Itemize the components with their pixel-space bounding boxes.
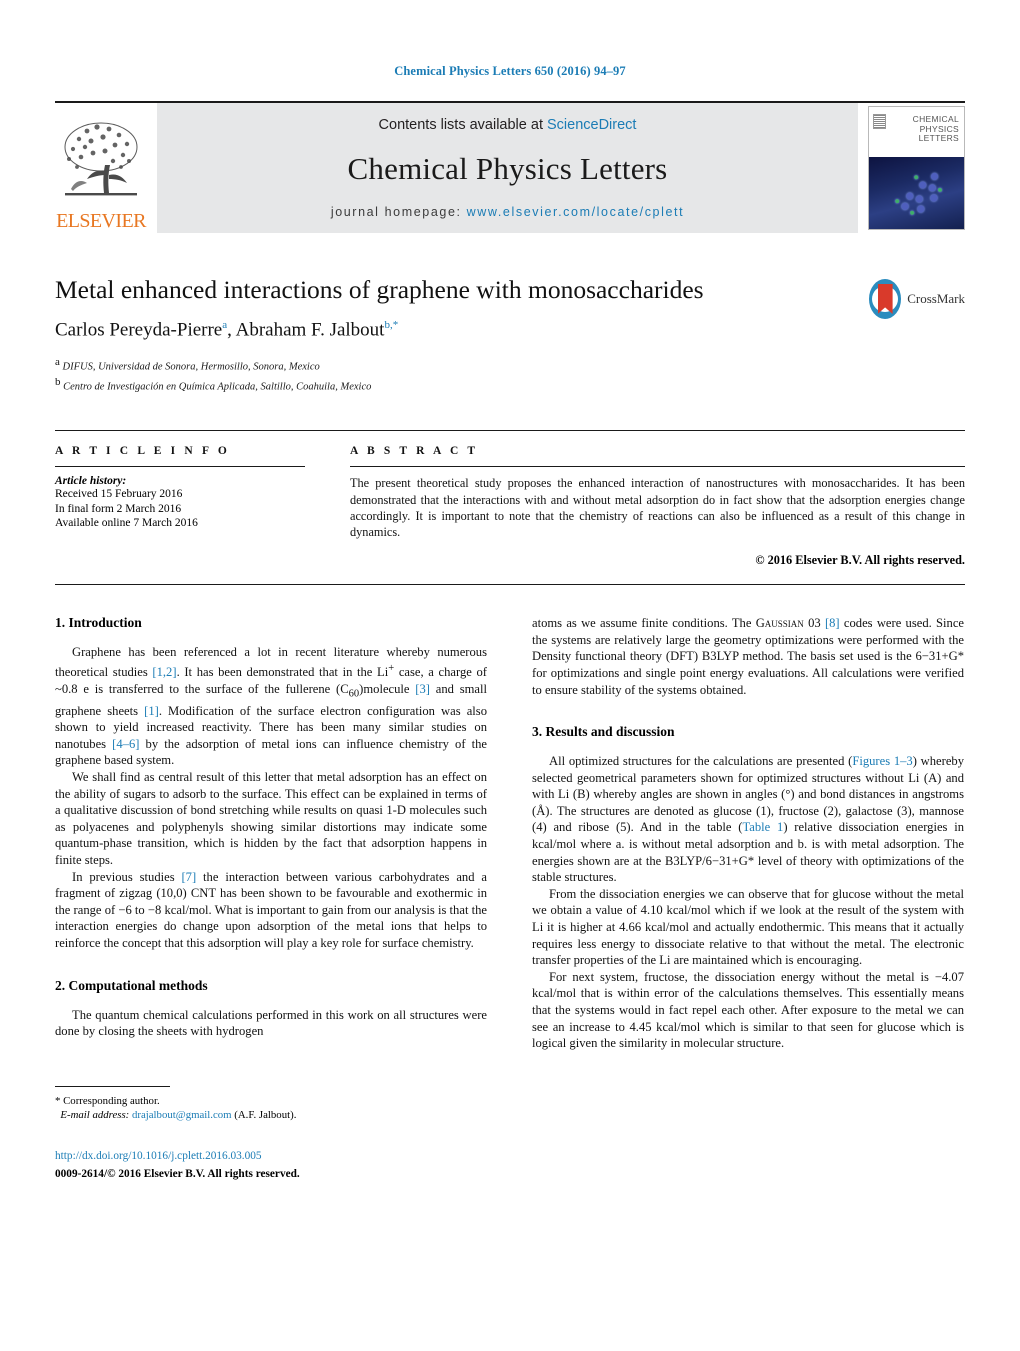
intro-paragraph-1: Graphene has been referenced a lot in re… bbox=[55, 644, 487, 769]
article-history-title: Article history: bbox=[55, 475, 127, 488]
journal-title: Chemical Physics Letters bbox=[347, 151, 668, 186]
history-final-form: In final form 2 March 2016 bbox=[55, 502, 182, 515]
methods-paragraph-1-continued: atoms as we assume finite conditions. Th… bbox=[532, 615, 964, 698]
title-block: Metal enhanced interactions of graphene … bbox=[55, 275, 965, 394]
affiliation-text-a: DIFUS, Universidad de Sonora, Hermosillo… bbox=[62, 361, 320, 373]
intro-paragraph-2: We shall find as central result of this … bbox=[55, 770, 487, 867]
left-column: 1. Introduction Graphene has been refere… bbox=[55, 615, 487, 1182]
affiliation-marker-a: a bbox=[55, 356, 60, 369]
history-received: Received 15 February 2016 bbox=[55, 488, 183, 501]
crossmark-label: CrossMark bbox=[907, 291, 965, 306]
abstract-copyright: © 2016 Elsevier B.V. All rights reserved… bbox=[755, 553, 965, 568]
affiliation-b: b Centro de Investigación en Química Apl… bbox=[55, 375, 965, 395]
footer-block: http://dx.doi.org/10.1016/j.cplett.2016.… bbox=[55, 1149, 487, 1182]
body-columns: 1. Introduction Graphene has been refere… bbox=[55, 615, 965, 1182]
methods-cont-a: atoms as we assume finite conditions. Th… bbox=[532, 616, 756, 631]
citation-ref-1[interactable]: [1] bbox=[144, 704, 159, 718]
affiliation-marker-b: b bbox=[55, 375, 61, 388]
article-page: Chemical Physics Letters 650 (2016) 94–9… bbox=[0, 0, 1020, 1351]
contents-prefix: Contents lists available at bbox=[378, 117, 547, 133]
journal-masthead: ELSEVIER Contents lists available at Sci… bbox=[55, 101, 965, 233]
elsevier-tree-icon bbox=[59, 117, 143, 209]
homepage-url-link[interactable]: www.elsevier.com/locate/cplett bbox=[467, 205, 685, 219]
affiliation-list: a DIFUS, Universidad de Sonora, Hermosil… bbox=[55, 355, 965, 394]
info-abstract-block: A R T I C L E I N F O Article history: R… bbox=[55, 430, 965, 586]
abstract-column: A B S T R A C T The present theoretical … bbox=[350, 445, 965, 568]
affiliation-a: a DIFUS, Universidad de Sonora, Hermosil… bbox=[55, 355, 965, 375]
citation-ref-8[interactable]: [8] bbox=[825, 616, 840, 630]
contents-available-line: Contents lists available at ScienceDirec… bbox=[157, 117, 858, 133]
email-note: E-mail address: drajalbout@gmail.com (A.… bbox=[55, 1108, 487, 1123]
heading-computational-methods: 2. Computational methods bbox=[55, 977, 208, 993]
page-title: Metal enhanced interactions of graphene … bbox=[55, 275, 704, 304]
citation-ref-4-6[interactable]: [4–6] bbox=[112, 737, 139, 751]
cover-top: CHEMICAL PHYSICS LETTERS bbox=[869, 107, 964, 158]
results-paragraph-3: For next system, fructose, the dissociat… bbox=[532, 969, 964, 1051]
results-paragraph-2: From the dissociation energies we can ob… bbox=[532, 886, 964, 968]
article-info-label: A R T I C L E I N F O bbox=[55, 445, 230, 458]
journal-band: Contents lists available at ScienceDirec… bbox=[157, 103, 858, 233]
crossmark-badge[interactable]: CrossMark bbox=[869, 277, 965, 321]
footnote-rule bbox=[55, 1085, 170, 1087]
footnote-block: * Corresponding author. E-mail address: … bbox=[55, 1085, 487, 1123]
c60-subscript: 60 bbox=[348, 688, 360, 700]
table-reference-link[interactable]: Table 1 bbox=[742, 820, 783, 834]
heading-results-discussion: 3. Results and discussion bbox=[532, 724, 675, 740]
heading-introduction: 1. Introduction bbox=[55, 615, 142, 631]
article-info-rule bbox=[55, 466, 305, 468]
abstract-text: The present theoretical study proposes t… bbox=[350, 476, 965, 539]
email-label: E-mail address: bbox=[60, 1109, 130, 1122]
citation-ref-7[interactable]: [7] bbox=[181, 870, 196, 884]
cover-title: CHEMICAL PHYSICS LETTERS bbox=[913, 114, 959, 144]
issn-copyright: 0009-2614/© 2016 Elsevier B.V. All right… bbox=[55, 1167, 300, 1180]
history-available-online: Available online 7 March 2016 bbox=[55, 517, 198, 530]
journal-homepage-line: journal homepage: www.elsevier.com/locat… bbox=[157, 205, 858, 219]
cover-title-line-3: LETTERS bbox=[918, 133, 959, 143]
results-paragraph-1: All optimized structures for the calcula… bbox=[532, 753, 964, 886]
citation-ref-1-2[interactable]: [1,2] bbox=[152, 665, 176, 679]
author-list: Carlos Pereyda-Pierrea, Abraham F. Jalbo… bbox=[55, 319, 399, 341]
intro-p1-d: )molecule bbox=[359, 681, 416, 696]
article-info-column: A R T I C L E I N F O Article history: R… bbox=[55, 445, 305, 568]
sciencedirect-link[interactable]: ScienceDirect bbox=[547, 117, 636, 133]
methods-cont-b: 03 bbox=[803, 616, 825, 631]
email-link[interactable]: drajalbout@gmail.com bbox=[132, 1109, 232, 1121]
citation-ref-3[interactable]: [3] bbox=[415, 682, 430, 696]
elsevier-logo: ELSEVIER bbox=[55, 103, 147, 233]
intro-paragraph-3: In previous studies [7] the interaction … bbox=[55, 869, 487, 952]
crossmark-bookmark-icon bbox=[877, 284, 893, 314]
elsevier-wordmark: ELSEVIER bbox=[56, 210, 146, 232]
corresponding-author-note: * Corresponding author. bbox=[55, 1094, 160, 1107]
abstract-label: A B S T R A C T bbox=[350, 445, 479, 458]
intro-p3-a: In previous studies bbox=[72, 869, 182, 884]
journal-cover-thumbnail: CHEMICAL PHYSICS LETTERS bbox=[868, 106, 965, 230]
methods-paragraph-1: The quantum chemical calculations perfor… bbox=[55, 1007, 487, 1039]
gaussian-smallcaps: Gaussian bbox=[755, 616, 804, 631]
cover-artwork bbox=[869, 157, 964, 229]
molecule-graphic-icon bbox=[884, 165, 950, 225]
crossmark-icon bbox=[869, 279, 902, 319]
right-column: atoms as we assume finite conditions. Th… bbox=[532, 615, 964, 1182]
doi-link[interactable]: http://dx.doi.org/10.1016/j.cplett.2016.… bbox=[55, 1149, 487, 1164]
results-p1-a: All optimized structures for the calcula… bbox=[549, 754, 853, 769]
running-head: Chemical Physics Letters 650 (2016) 94–9… bbox=[394, 64, 626, 78]
cover-publisher-icon bbox=[873, 114, 886, 129]
intro-p1-b: . It has been demonstrated that in the L… bbox=[176, 664, 389, 679]
email-owner: (A.F. Jalbout). bbox=[234, 1109, 297, 1122]
homepage-label: journal homepage: bbox=[330, 205, 462, 219]
affiliation-text-b: Centro de Investigación en Química Aplic… bbox=[63, 381, 372, 393]
figure-reference-link[interactable]: Figures 1–3 bbox=[852, 754, 912, 768]
abstract-rule bbox=[350, 466, 965, 468]
